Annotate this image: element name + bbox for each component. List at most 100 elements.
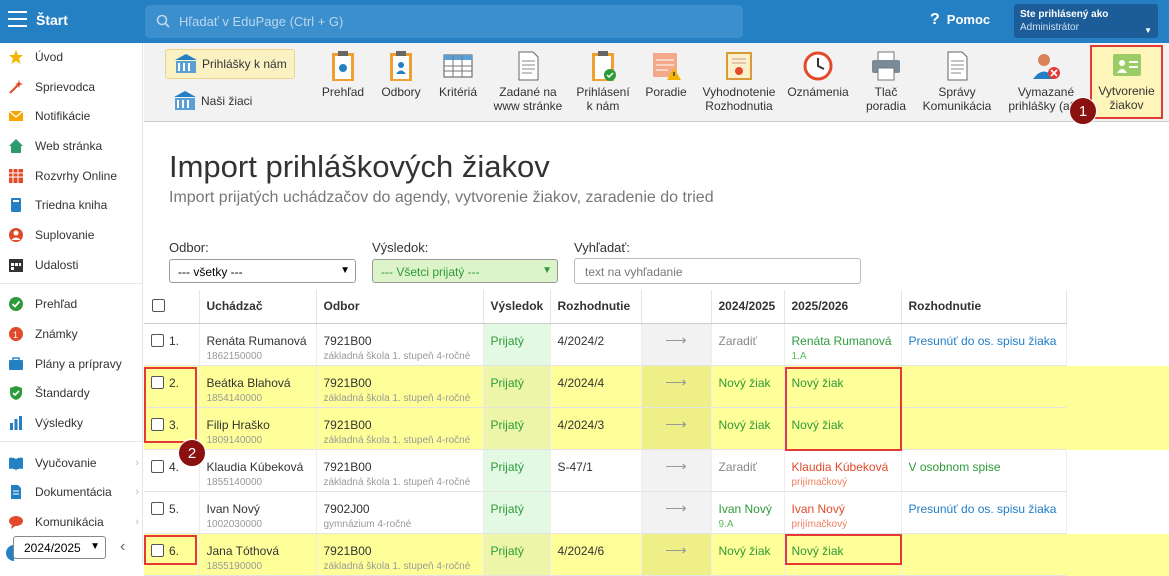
filter-search-input[interactable]: text na vyhľadanie xyxy=(574,258,861,284)
select-all-checkbox[interactable] xyxy=(152,299,165,313)
y2024-sub: 9.A xyxy=(718,518,734,530)
col-rozhodnutie-2[interactable]: Rozhodnutie xyxy=(901,290,1067,324)
sidebar-item-sprievodca[interactable]: Sprievodca xyxy=(8,76,142,98)
rozhodnutie2-cell: V osobnom spise xyxy=(901,449,1067,492)
sidebar-item-uvod[interactable]: Úvod xyxy=(8,46,142,68)
poradie-button[interactable]: Poradie xyxy=(640,48,692,120)
svg-text:1: 1 xyxy=(13,330,18,340)
sidebar-item-suplovanie[interactable]: Suplovanie xyxy=(8,224,142,246)
sidebar-item-vyucovanie[interactable]: Vyučovanie › xyxy=(8,452,142,474)
person-delete-icon xyxy=(1033,54,1060,79)
search-placeholder: Hľadať v EduPage (Ctrl + G) xyxy=(179,14,344,29)
year-select[interactable]: 2024/2025 ▼ xyxy=(13,536,106,559)
sidebar-item-label: Výsledky xyxy=(35,416,84,430)
arrow-cell: ⟶ xyxy=(641,365,712,408)
row-checkbox[interactable] xyxy=(151,501,164,515)
zadane-button[interactable]: Zadané na www stránke xyxy=(488,48,568,120)
y2024-value[interactable]: Nový žiak xyxy=(719,544,771,558)
vysledok-cell: Prijatý xyxy=(483,449,551,492)
col-vysledok[interactable]: Výsledok xyxy=(483,290,551,324)
student-name[interactable]: Jana Tóthová xyxy=(207,544,316,558)
tab-prihlasky[interactable]: Prihlášky k nám xyxy=(165,49,295,79)
odbor-desc: základná škola 1. stupeň 4-ročné xyxy=(323,476,471,488)
y2025-cell: Renáta Rumanová 1.A xyxy=(784,323,902,366)
sidebar-item-label: Vyučovanie xyxy=(35,456,97,470)
step-badge-1: 1 xyxy=(1069,97,1097,125)
user-menu[interactable]: Ste prihlásený ako Administrátor ▼ xyxy=(1014,4,1158,38)
row-checkbox[interactable] xyxy=(151,459,164,473)
sidebar-item-vysledky[interactable]: Výsledky xyxy=(8,412,142,434)
col-2024[interactable]: 2024/2025 xyxy=(711,290,785,324)
oznamenia-button[interactable]: Oznámenia xyxy=(784,48,852,120)
app-title[interactable]: Štart xyxy=(36,12,68,28)
y2024-value[interactable]: Zaradiť xyxy=(719,334,758,348)
y2025-value[interactable]: Renáta Rumanová xyxy=(792,334,901,348)
menu-icon[interactable] xyxy=(8,11,27,27)
sidebar-item-znamky[interactable]: 1 Známky xyxy=(8,323,142,345)
collapse-sidebar-icon[interactable]: ‹ xyxy=(120,538,125,556)
rozhodnutie2-link[interactable]: Presunúť do os. spisu žiaka xyxy=(909,334,1057,348)
student-name[interactable]: Renáta Rumanová xyxy=(207,334,316,348)
page-title: Import prihláškových žiakov xyxy=(169,149,550,184)
y2025-value[interactable]: Klaudia Kúbeková xyxy=(792,460,901,474)
rozhodnutie-cell: 4/2024/2 xyxy=(550,323,642,366)
sidebar-item-udalosti[interactable]: Udalosti xyxy=(8,254,142,276)
table-row[interactable]: 6. Jana Tóthová 1855190000 7921B00 základn… xyxy=(144,533,1067,576)
table-row[interactable]: 2. Beátka Blahová 1854140000 7921B00 zákla… xyxy=(144,365,1067,408)
student-name[interactable]: Ivan Nový xyxy=(207,502,316,516)
spravy-button[interactable]: Správy Komunikácia xyxy=(918,48,996,120)
tlac-poradia-button[interactable]: Tlač poradia xyxy=(860,48,912,120)
col-2025[interactable]: 2025/2026 xyxy=(784,290,902,324)
col-odbor[interactable]: Odbor xyxy=(316,290,484,324)
table-row[interactable]: 4. Klaudia Kúbeková 1855140000 7921B00 zák… xyxy=(144,449,1067,492)
sidebar-item-rozvrhy[interactable]: Rozvrhy Online xyxy=(8,165,142,187)
vysledok-value: Prijatý xyxy=(490,543,524,558)
student-name[interactable]: Klaudia Kúbeková xyxy=(207,460,316,474)
search-input[interactable]: Hľadať v EduPage (Ctrl + G) xyxy=(145,5,743,38)
sidebar-item-standardy[interactable]: Štandardy xyxy=(8,382,142,404)
button-label: Vymazané xyxy=(1017,85,1075,99)
vyhodnotenie-button[interactable]: Vyhodnotenie Rozhodnutia xyxy=(700,48,778,120)
kriteria-button[interactable]: Kritériá xyxy=(434,48,482,120)
odbory-button[interactable]: Odbory xyxy=(376,48,426,120)
sidebar-item-prehlad[interactable]: Prehľad xyxy=(8,293,142,315)
student-name[interactable]: Filip Hraško xyxy=(207,418,316,432)
table-row[interactable]: 3. Filip Hraško 1809140000 7921B00 základn… xyxy=(144,407,1067,450)
chevron-right-icon: › xyxy=(135,486,139,498)
y2024-value[interactable]: Zaradiť xyxy=(719,460,758,474)
table-row[interactable]: 1. Renáta Rumanová 1862150000 7921B00 zákl… xyxy=(144,323,1067,366)
vytvorenie-ziakov-button[interactable]: Vytvorenie žiakov xyxy=(1090,45,1163,119)
odbor-select[interactable]: --- všetky --- ▼ xyxy=(169,259,356,283)
student-name[interactable]: Beátka Blahová xyxy=(207,376,316,390)
substitute-icon xyxy=(9,228,23,242)
vysledok-select[interactable]: --- Všetci prijatý --- ▼ xyxy=(372,259,558,283)
students-table: Uchádzač Odbor Výsledok Rozhodnutie 2024… xyxy=(144,290,1067,576)
button-label-2: Komunikácia xyxy=(922,99,992,113)
prihlaseni-button[interactable]: Prihlásení k nám xyxy=(572,48,634,120)
sidebar-item-plany[interactable]: Plány a prípravy xyxy=(8,353,142,375)
col-rozhodnutie[interactable]: Rozhodnutie xyxy=(550,290,642,324)
sidebar-item-komunikacia[interactable]: Komunikácia › xyxy=(8,511,142,533)
sidebar-item-dokumentacia[interactable]: Dokumentácia › xyxy=(8,481,142,503)
row-checkbox[interactable] xyxy=(151,333,164,347)
odbor-cell: 7921B00 základná škola 1. stupeň 4-ročné xyxy=(316,533,484,576)
y2024-value[interactable]: Nový žiak xyxy=(719,418,771,432)
sidebar-item-notifikacie[interactable]: Notifikácie xyxy=(8,105,142,127)
y2025-value[interactable]: Ivan Nový xyxy=(792,502,901,516)
year-value: 2024/2025 xyxy=(24,541,81,555)
table-row[interactable]: 5. Ivan Nový 1002030000 7902J00 gymnázium … xyxy=(144,491,1067,534)
sidebar-item-triedna-kniha[interactable]: Triedna kniha xyxy=(8,194,142,216)
rozhodnutie2-cell xyxy=(901,407,1067,450)
rozhodnutie2-link[interactable]: Presunúť do os. spisu žiaka xyxy=(909,502,1057,516)
help-button[interactable]: ? Pomoc xyxy=(930,11,990,29)
prehlad-button[interactable]: Prehľad xyxy=(316,48,370,120)
y2024-value[interactable]: Nový žiak xyxy=(719,376,771,390)
sidebar-item-web-stranka[interactable]: Web stránka xyxy=(8,135,142,157)
col-uchadzac[interactable]: Uchádzač xyxy=(199,290,317,324)
toolbar: Prihlášky k nám Naši žiaci Prehľad Odbor… xyxy=(144,43,1169,122)
rozhodnutie2-cell xyxy=(901,533,1067,576)
button-label: Správy xyxy=(938,85,976,99)
tab-nasi-ziaci[interactable]: Naši žiaci xyxy=(165,86,295,116)
y2024-value[interactable]: Ivan Nový xyxy=(719,502,784,516)
vysledok-value: Prijatý xyxy=(490,501,524,516)
